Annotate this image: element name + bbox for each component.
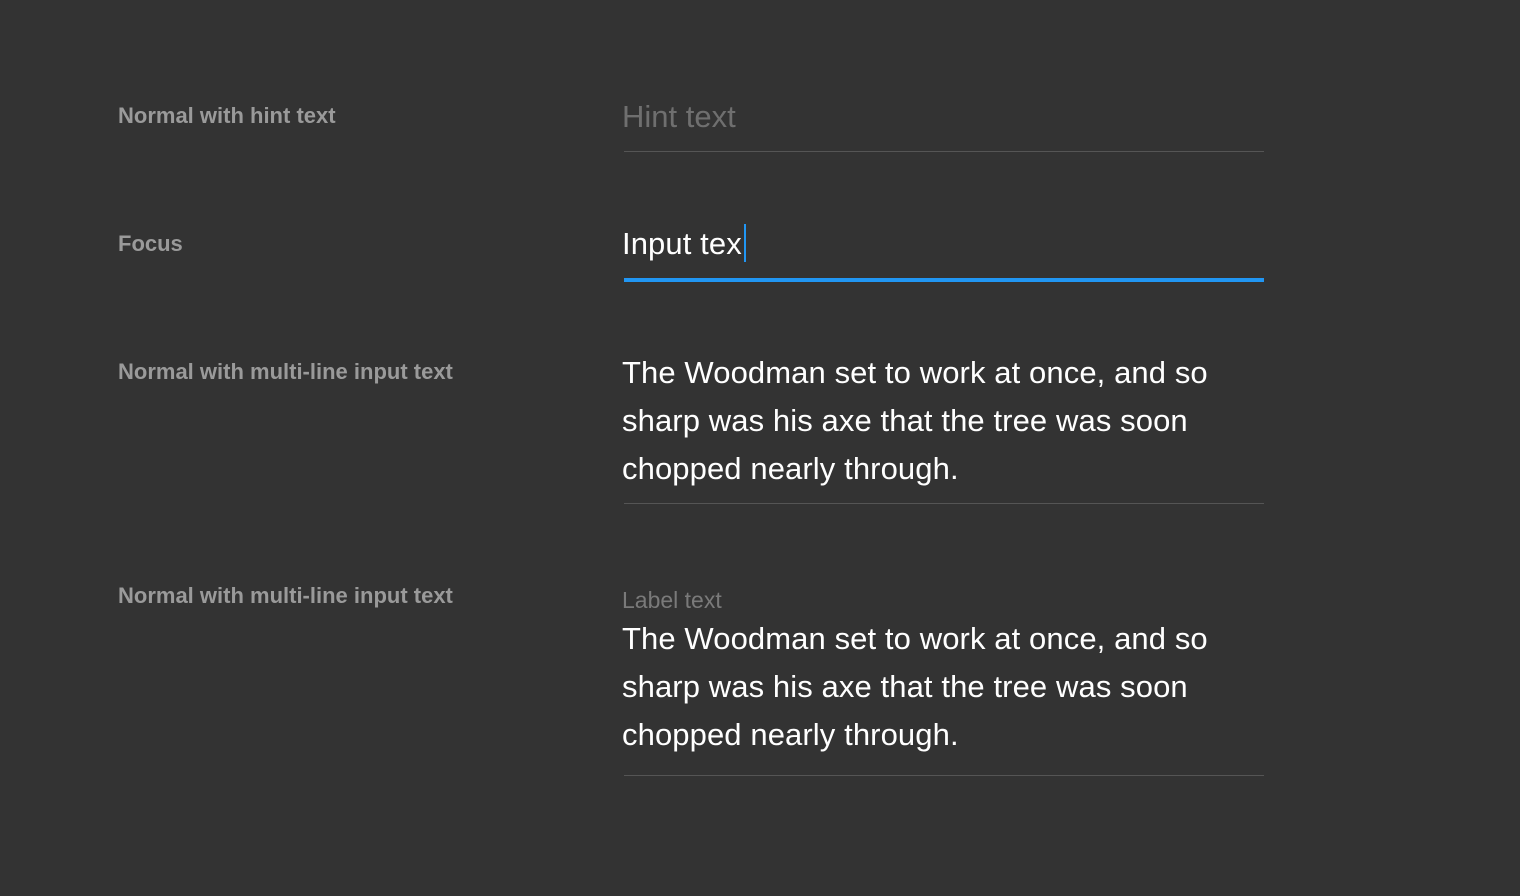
row-label-multiline: Normal with multi-line input text — [118, 359, 453, 384]
multiline-field-underline — [624, 503, 1264, 504]
multiline-line: The Woodman set to work at once, and so — [622, 621, 1208, 656]
labeled-multiline-field-underline — [624, 775, 1264, 776]
hint-text-field[interactable]: Hint text — [622, 93, 1264, 141]
row-label-multiline-labeled: Normal with multi-line input text — [118, 583, 453, 608]
row-label-hint: Normal with hint text — [118, 103, 336, 128]
focused-input-line: Input tex — [622, 220, 1264, 268]
text-cursor — [743, 224, 746, 262]
row-label-focus: Focus — [118, 231, 183, 256]
focused-text-field[interactable]: Input tex — [622, 220, 1264, 268]
multiline-line: chopped nearly through. — [622, 717, 959, 752]
multiline-line: sharp was his axe that the tree was soon — [622, 403, 1188, 438]
multiline-line: chopped nearly through. — [622, 451, 959, 486]
labeled-multiline-text-field[interactable]: Label text The Woodman set to work at on… — [622, 585, 1264, 759]
focused-field-underline — [624, 278, 1264, 282]
multiline-line: sharp was his axe that the tree was soon — [622, 669, 1188, 704]
hint-field-underline — [624, 151, 1264, 152]
focused-input-value: Input tex — [622, 226, 742, 261]
multiline-line: The Woodman set to work at once, and so — [622, 355, 1208, 390]
hint-placeholder: Hint text — [622, 99, 736, 134]
multiline-text-field[interactable]: The Woodman set to work at once, and so … — [622, 349, 1264, 493]
floating-label: Label text — [622, 587, 722, 613]
